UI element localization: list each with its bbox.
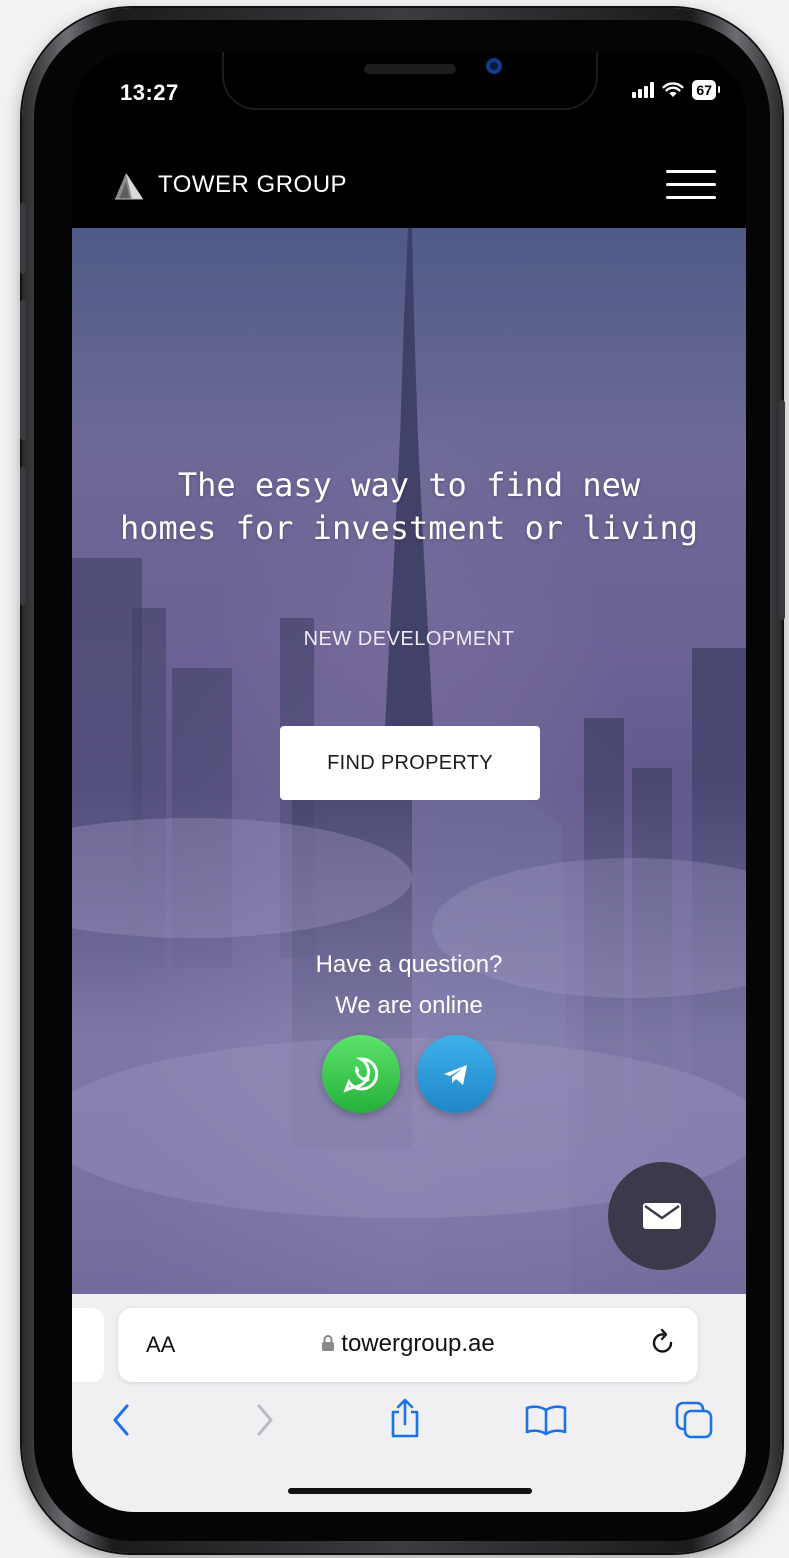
- home-indicator[interactable]: [288, 1488, 532, 1494]
- envelope-icon: [643, 1203, 681, 1229]
- brand-name: TOWER GROUP: [158, 171, 348, 198]
- browser-bottom-bar: AA towergroup.ae: [72, 1294, 746, 1512]
- telegram-button[interactable]: [417, 1035, 495, 1113]
- url-display[interactable]: towergroup.ae: [118, 1330, 698, 1359]
- battery-icon: 67: [692, 80, 720, 100]
- phone-screen: 13:27 67 TOWER GROUP The easy way to fin…: [72, 52, 746, 1512]
- hero-title: The easy way to find new homes for inves…: [72, 464, 746, 550]
- email-button[interactable]: [608, 1162, 716, 1270]
- status-time: 13:27: [120, 80, 179, 105]
- lock-icon: [321, 1331, 335, 1359]
- find-property-button[interactable]: FIND PROPERTY: [280, 726, 540, 800]
- hamburger-menu-icon[interactable]: [666, 170, 716, 200]
- previous-tab-preview[interactable]: [72, 1308, 104, 1382]
- share-icon[interactable]: [388, 1396, 422, 1445]
- status-icons: 67: [632, 80, 720, 100]
- mute-switch: [20, 202, 26, 274]
- hero-subtitle: NEW DEVELOPMENT: [303, 628, 515, 650]
- brand-logo[interactable]: TOWER GROUP: [112, 170, 347, 200]
- address-bar[interactable]: AA towergroup.ae: [118, 1308, 698, 1382]
- site-header: TOWER GROUP: [72, 140, 746, 228]
- url-text: towergroup.ae: [341, 1330, 495, 1357]
- signal-icon: [632, 82, 655, 98]
- power-button: [779, 400, 785, 620]
- telegram-icon: [444, 1065, 467, 1085]
- tabs-icon[interactable]: [674, 1400, 714, 1445]
- notch: [222, 52, 598, 110]
- speaker-grille: [364, 64, 456, 74]
- question-line-2: We are online: [335, 992, 483, 1019]
- tower-logo-icon: [112, 170, 146, 200]
- reload-icon[interactable]: [650, 1328, 676, 1361]
- volume-up-button: [20, 300, 26, 440]
- forward-chevron-icon[interactable]: [252, 1402, 276, 1443]
- question-line-1: Have a question?: [315, 951, 503, 978]
- hero-section: The easy way to find new homes for inves…: [72, 228, 746, 1294]
- messenger-buttons: [322, 1035, 495, 1113]
- hero-title-line-2: homes for investment or living: [120, 509, 698, 547]
- whatsapp-button[interactable]: [322, 1035, 400, 1113]
- hero-title-line-1: The easy way to find new: [177, 466, 641, 504]
- status-bar: 13:27 67: [72, 52, 746, 140]
- back-chevron-icon[interactable]: [110, 1402, 134, 1443]
- browser-toolbar: [72, 1392, 746, 1456]
- whatsapp-icon: [343, 1057, 379, 1093]
- front-camera: [486, 58, 502, 74]
- volume-down-button: [20, 466, 26, 606]
- contact-prompt: Have a question? We are online: [72, 944, 746, 1026]
- bookmarks-book-icon[interactable]: [524, 1404, 568, 1441]
- wifi-icon: [662, 82, 685, 98]
